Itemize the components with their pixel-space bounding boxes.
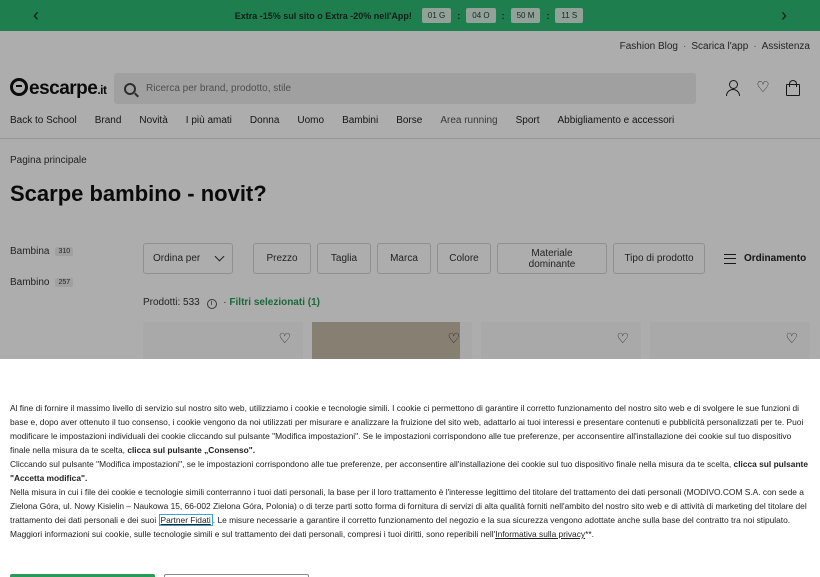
cookie-text: Al fine di fornire il massimo livello di… [10, 401, 810, 541]
cookie-banner: Al fine di fornire il massimo livello di… [0, 359, 820, 577]
partner-fidati-link[interactable]: Partner Fidati [158, 514, 213, 526]
cookie-paragraph: Nella misura in cui i file dei cookie e … [10, 485, 810, 541]
modal-overlay [0, 0, 820, 359]
cookie-text-span: Cliccando sul pulsante "Modifica imposta… [10, 459, 734, 469]
cookie-text-span: **. [585, 529, 594, 539]
cookie-paragraph: Al fine di fornire il massimo livello di… [10, 401, 810, 457]
cookie-bold: clicca sul pulsante „Consenso". [127, 445, 256, 455]
privacy-policy-link[interactable]: Informativa sulla privacy [495, 529, 585, 539]
cookie-paragraph: Cliccando sul pulsante "Modifica imposta… [10, 457, 810, 485]
